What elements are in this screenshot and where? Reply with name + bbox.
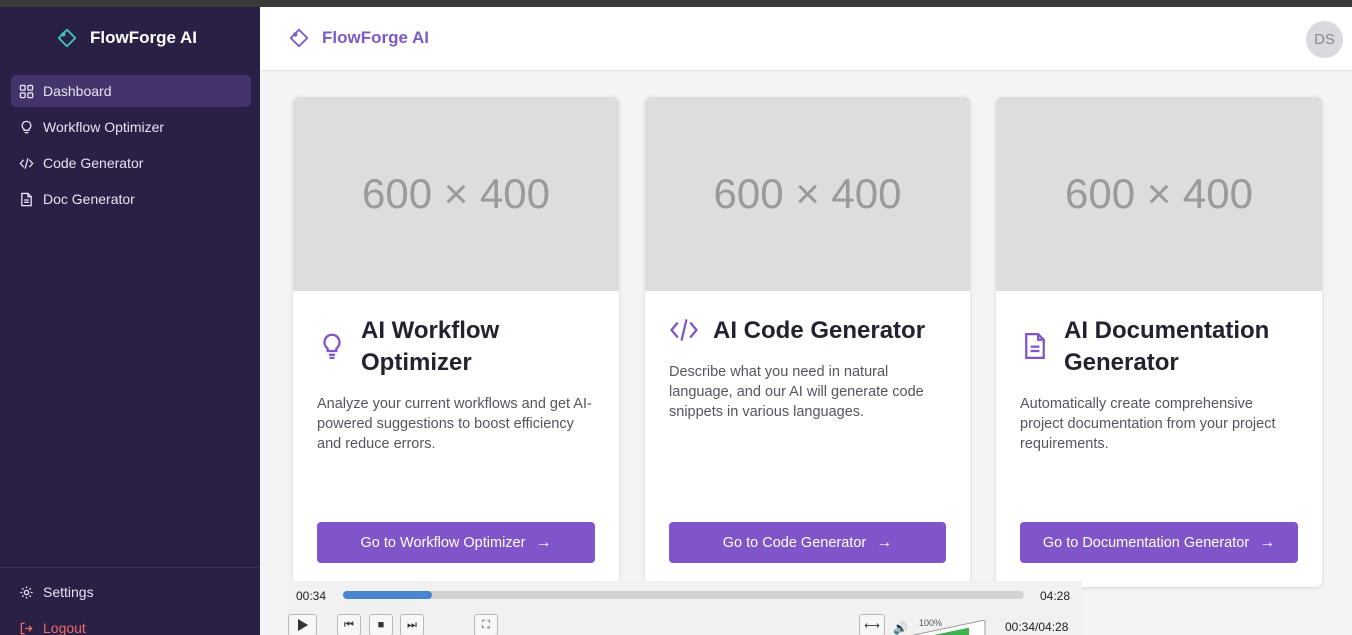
sidebar-item-label: Code Generator <box>43 155 144 171</box>
fullscreen-button[interactable]: ⛶ <box>474 614 498 635</box>
gear-icon <box>20 585 33 599</box>
sidebar-item-logout[interactable]: Logout <box>11 612 251 635</box>
card-code-generator: 600 × 400 AI Code Generator Describe wha… <box>645 97 970 587</box>
header-title: FlowForge AI <box>322 28 430 47</box>
sidebar-item-label: Settings <box>43 584 94 600</box>
media-player-bar: 00:34 04:28 ⏮ ■ ⏭ ⛶ ⟷ 🔊 100% 00:34/04:28 <box>287 581 1082 635</box>
card-title: AI Workflow Optimizer <box>361 317 500 376</box>
card-description: Analyze your current workflows and get A… <box>317 396 592 452</box>
card-workflow-optimizer: 600 × 400 AI Workflow Optimizer Analyze … <box>293 97 619 587</box>
next-button[interactable]: ⏭ <box>400 614 424 635</box>
logout-icon <box>20 622 33 634</box>
sidebar-divider <box>0 567 260 568</box>
sidebar-item-label: Dashboard <box>43 83 112 99</box>
sidebar-item-settings[interactable]: Settings <box>11 576 251 608</box>
code-icon <box>670 319 698 341</box>
stretch-button[interactable]: ⟷ <box>859 614 885 635</box>
card-title-row: AI Documentation Generator <box>1020 315 1302 379</box>
sidebar-item-doc-generator[interactable]: Doc Generator <box>11 183 251 215</box>
sidebar-nav: Dashboard Workflow Optimizer Code Genera… <box>11 75 251 219</box>
seek-bar[interactable] <box>343 591 1024 599</box>
lightbulb-icon <box>21 120 32 133</box>
go-to-code-generator-button[interactable]: Go to Code Generator → <box>669 522 946 563</box>
button-label: Go to Workflow Optimizer <box>360 534 526 551</box>
sidebar-item-workflow-optimizer[interactable]: Workflow Optimizer <box>11 111 251 143</box>
window-top-strip <box>0 0 1352 7</box>
card-image-placeholder: 600 × 400 <box>645 97 970 291</box>
go-to-workflow-optimizer-button[interactable]: Go to Workflow Optimizer → <box>317 522 595 563</box>
duration-time: 04:28 <box>1040 589 1071 603</box>
previous-button[interactable]: ⏮ <box>337 614 361 635</box>
skip-forward-icon: ⏭ <box>407 618 417 631</box>
stop-icon: ■ <box>377 619 385 631</box>
seek-progress <box>343 591 432 599</box>
go-to-documentation-generator-button[interactable]: Go to Documentation Generator → <box>1020 522 1298 563</box>
sidebar-item-label: Doc Generator <box>43 191 135 207</box>
card-image-placeholder: 600 × 400 <box>293 97 619 291</box>
time-readout: 00:34/04:28 <box>1005 620 1069 634</box>
current-time: 00:34 <box>296 589 327 603</box>
fullscreen-icon: ⛶ <box>482 618 490 631</box>
dashboard-grid-icon <box>19 84 34 98</box>
sidebar-item-dashboard[interactable]: Dashboard <box>11 75 251 107</box>
document-icon <box>1025 333 1045 359</box>
logo-icon <box>57 28 77 48</box>
play-button[interactable] <box>288 614 317 635</box>
card-description: Describe what you need in natural langua… <box>669 364 924 420</box>
sidebar-bottom: Settings Logout <box>11 576 251 635</box>
speaker-icon[interactable]: 🔊 <box>893 621 908 635</box>
sidebar-item-code-generator[interactable]: Code Generator <box>11 147 251 179</box>
sidebar-item-label: Logout <box>43 620 86 635</box>
top-header: FlowForge AI DS <box>260 7 1352 71</box>
card-title: AI Documentation Generator <box>1064 317 1270 376</box>
logo-icon <box>289 28 309 48</box>
arrow-right-icon: → <box>876 533 893 551</box>
card-title: AI Code Generator <box>713 317 926 344</box>
lightbulb-icon <box>323 333 341 359</box>
sidebar: FlowForge AI Dashboard Workflow Optimize… <box>0 7 260 635</box>
sidebar-brand[interactable]: FlowForge AI <box>56 27 197 49</box>
card-title-row: AI Workflow Optimizer <box>317 315 599 379</box>
button-label: Go to Documentation Generator <box>1042 534 1250 551</box>
button-label: Go to Code Generator <box>722 534 867 551</box>
card-image-placeholder: 600 × 400 <box>996 97 1322 291</box>
card-documentation-generator: 600 × 400 AI Documentation Generator Aut… <box>996 97 1322 587</box>
sidebar-item-label: Workflow Optimizer <box>43 119 165 135</box>
card-description: Automatically create comprehensive proje… <box>1020 396 1276 452</box>
card-title-row: AI Code Generator <box>669 315 950 350</box>
document-icon <box>21 192 32 206</box>
code-icon <box>19 157 34 169</box>
sidebar-app-name: FlowForge AI <box>90 28 198 47</box>
header-brand[interactable]: FlowForge AI <box>288 27 429 49</box>
avatar[interactable]: DS <box>1306 21 1343 58</box>
volume-slider[interactable] <box>909 620 987 635</box>
skip-back-icon: ⏮ <box>344 618 354 631</box>
stop-button[interactable]: ■ <box>369 614 393 635</box>
arrow-right-icon: → <box>1259 533 1276 551</box>
play-icon <box>297 619 308 631</box>
arrow-right-icon: → <box>535 533 552 551</box>
stretch-icon: ⟷ <box>864 619 880 632</box>
